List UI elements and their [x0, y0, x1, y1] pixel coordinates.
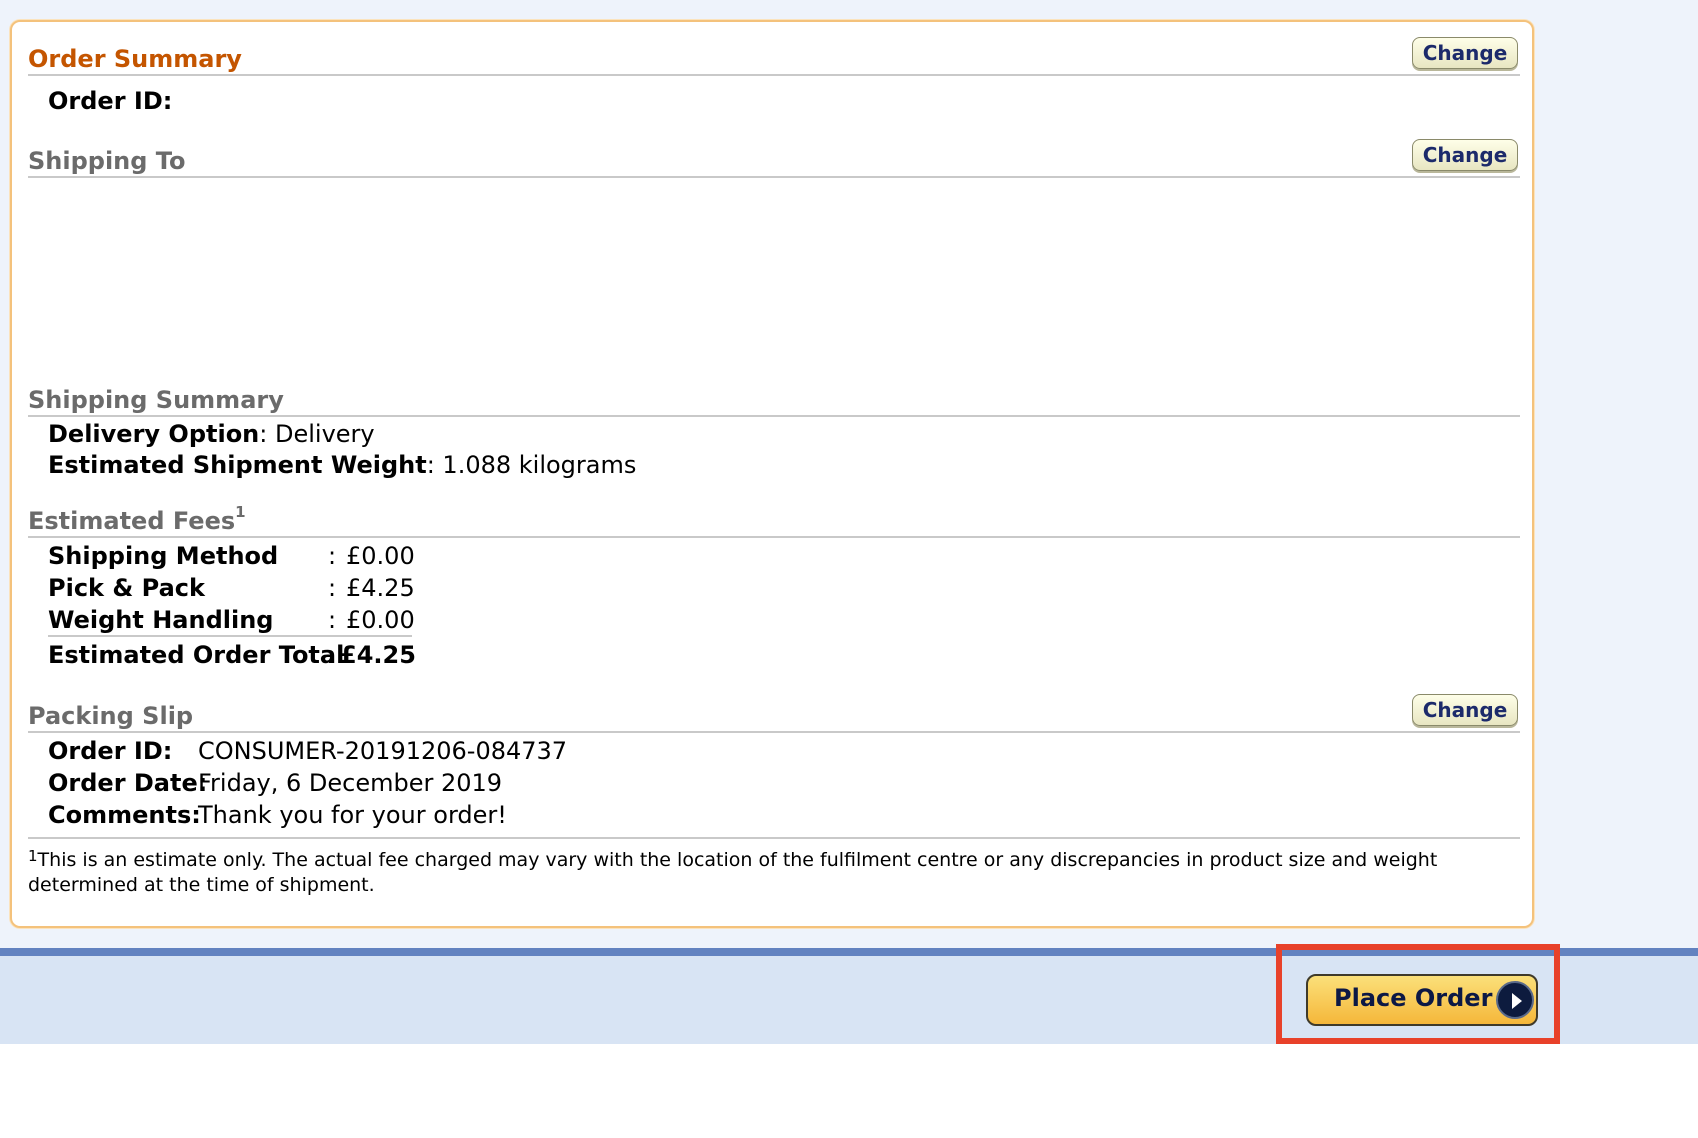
- fee-value: £0.00: [346, 542, 415, 570]
- packing-comments-label: Comments:: [48, 801, 201, 829]
- fee-colon: :: [328, 574, 337, 602]
- packing-order-id-label: Order ID:: [48, 737, 173, 765]
- packing-slip-change-button[interactable]: Change: [1412, 694, 1518, 726]
- shipping-summary-title: Shipping Summary: [28, 386, 284, 414]
- fee-colon: :: [328, 606, 337, 634]
- order-summary-title: Order Summary: [28, 45, 242, 73]
- fees-total-divider: [48, 635, 412, 637]
- footnote-marker: 1: [28, 847, 38, 865]
- order-summary-order-id-label: Order ID:: [48, 87, 173, 115]
- estimated-fees-title-text: Estimated Fees: [28, 507, 236, 535]
- fee-label: Pick & Pack: [48, 574, 205, 602]
- packing-order-date-value: Friday, 6 December 2019: [198, 769, 503, 797]
- arrow-right-icon: [1496, 981, 1534, 1019]
- packing-slip-divider: [28, 731, 1520, 733]
- fee-label: Shipping Method: [48, 542, 279, 570]
- fee-value: £0.00: [346, 606, 415, 634]
- fee-estimate-footnote: 1This is an estimate only. The actual fe…: [28, 847, 1520, 898]
- place-order-label: Place Order: [1334, 984, 1493, 1012]
- fee-label: Weight Handling: [48, 606, 274, 634]
- estimated-fees-title: Estimated Fees1: [28, 503, 246, 535]
- estimated-fees-divider: [28, 536, 1520, 538]
- delivery-option-value: : Delivery: [259, 420, 375, 448]
- shipment-weight-row: Estimated Shipment Weight: 1.088 kilogra…: [48, 451, 636, 479]
- place-order-button[interactable]: Place Order: [1306, 974, 1538, 1026]
- order-summary-change-button[interactable]: Change: [1412, 37, 1518, 69]
- footnote-text: This is an estimate only. The actual fee…: [28, 849, 1438, 896]
- packing-order-date-label: Order Date:: [48, 769, 208, 797]
- shipment-weight-label: Estimated Shipment Weight: [48, 451, 427, 479]
- fee-colon: :: [328, 542, 337, 570]
- shipping-summary-divider: [28, 415, 1520, 417]
- footnote-divider: [28, 837, 1520, 839]
- order-total-value: £4.25: [340, 641, 416, 669]
- shipping-to-change-button[interactable]: Change: [1412, 139, 1518, 171]
- fee-value: £4.25: [346, 574, 415, 602]
- order-summary-divider: [28, 74, 1520, 76]
- shipment-weight-value: : 1.088 kilograms: [426, 451, 637, 479]
- delivery-option-row: Delivery Option: Delivery: [48, 420, 375, 448]
- packing-comments-value: Thank you for your order!: [198, 801, 507, 829]
- estimated-fees-footnote-marker: 1: [235, 503, 246, 521]
- order-total-label: Estimated Order Total: [48, 641, 345, 669]
- order-total-colon: :: [326, 641, 335, 669]
- shipping-to-title: Shipping To: [28, 147, 186, 175]
- shipping-to-divider: [28, 176, 1520, 178]
- delivery-option-label: Delivery Option: [48, 420, 260, 448]
- packing-slip-title: Packing Slip: [28, 702, 194, 730]
- packing-order-id-value: CONSUMER-20191206-084737: [198, 737, 568, 765]
